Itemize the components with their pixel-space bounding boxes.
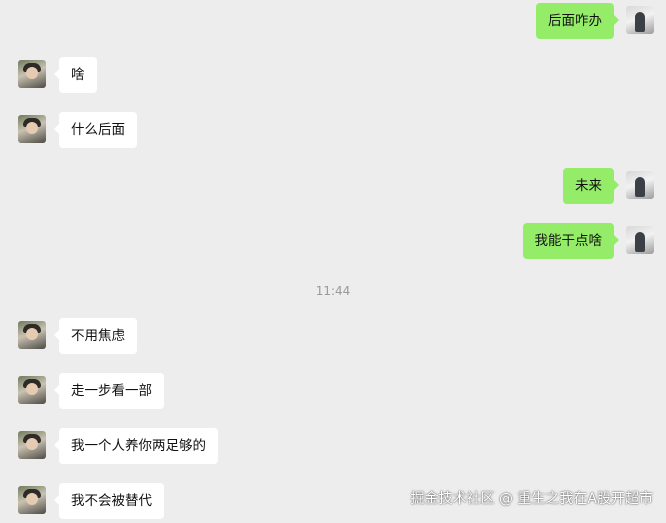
- message-bubble-incoming[interactable]: 啥: [54, 57, 97, 93]
- message-row: 啥: [0, 57, 666, 97]
- message-bubble-incoming[interactable]: 走一步看一部: [54, 373, 164, 409]
- message-bubble-outgoing[interactable]: 未来: [563, 168, 619, 204]
- avatar[interactable]: [18, 376, 46, 404]
- message-row: 我一个人养你两足够的: [0, 428, 666, 468]
- message-bubble-outgoing[interactable]: 我能干点啥: [522, 223, 619, 259]
- avatar[interactable]: [18, 431, 46, 459]
- message-row: 后面咋办: [0, 3, 666, 43]
- message-row: 不用焦虑: [0, 318, 666, 358]
- message-row: 什么后面: [0, 112, 666, 152]
- avatar[interactable]: [18, 486, 46, 514]
- avatar[interactable]: [626, 171, 654, 199]
- message-row: 我能干点啥: [0, 223, 666, 263]
- watermark: 掘金技术社区 @ 重生之我在A股开超市: [410, 491, 653, 507]
- message-bubble-incoming[interactable]: 什么后面: [54, 112, 137, 148]
- avatar[interactable]: [626, 6, 654, 34]
- message-row: 走一步看一部: [0, 373, 666, 413]
- message-bubble-incoming[interactable]: 不用焦虑: [54, 318, 137, 354]
- message-timestamp: 11:44: [315, 284, 351, 298]
- avatar[interactable]: [626, 226, 654, 254]
- message-bubble-incoming[interactable]: 我一个人养你两足够的: [54, 428, 218, 464]
- message-bubble-outgoing[interactable]: 后面咋办: [536, 3, 619, 39]
- avatar[interactable]: [18, 115, 46, 143]
- message-row: 未来: [0, 168, 666, 208]
- avatar[interactable]: [18, 60, 46, 88]
- message-bubble-incoming[interactable]: 我不会被替代: [54, 483, 164, 519]
- avatar[interactable]: [18, 321, 46, 349]
